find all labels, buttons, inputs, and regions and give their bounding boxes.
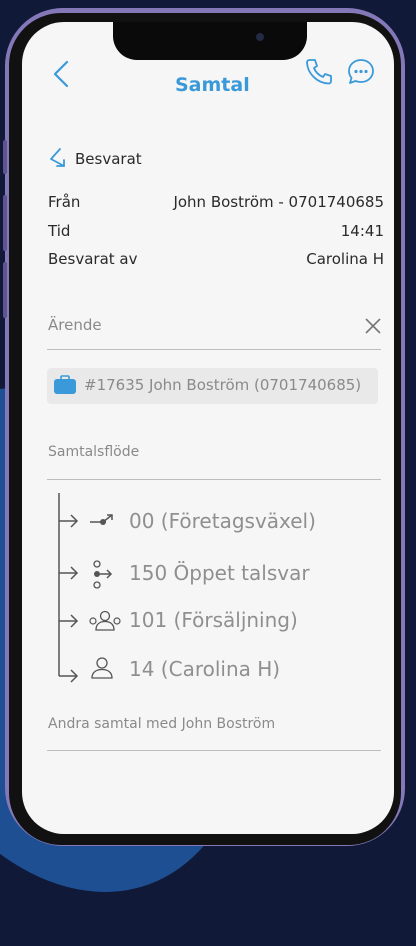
status-label: Besvarat [75,150,142,168]
briefcase-icon [53,375,77,395]
camera-dot [256,33,264,41]
group-icon [87,609,123,633]
call-flow-step: 150 Öppet talsvar [129,561,310,585]
phone-side-button [3,195,7,251]
call-flow-heading: Samtalsflöde [48,444,140,460]
call-flow-step: 14 (Carolina H) [129,657,281,681]
answered-call-icon [48,147,68,169]
case-divider [47,349,381,350]
from-value: John Boström - 0701740685 [173,193,384,211]
case-input[interactable]: Ärende [48,316,102,334]
page-title: Samtal [175,74,250,96]
chat-bubble-icon[interactable] [346,57,376,87]
from-label: Från [48,193,81,211]
voice-response-icon [91,560,115,590]
app-screen [22,22,394,834]
phone-notch [113,22,307,60]
phone-call-icon[interactable] [304,57,334,87]
call-flow-step: 00 (Företagsväxel) [129,509,316,533]
other-calls-heading[interactable]: Andra samtal med John Boström [48,716,275,732]
call-flow-divider [47,479,381,480]
time-label: Tid [48,222,71,240]
phone-side-button [3,140,7,174]
person-icon [90,656,114,680]
call-flow-step: 101 (Försäljning) [129,608,298,632]
case-chip-text: #17635 John Boström (0701740685) [84,376,362,394]
answered-by-value: Carolina H [306,250,384,268]
switchboard-icon [88,512,116,532]
answered-by-label: Besvarat av [48,250,138,268]
clear-icon[interactable] [364,317,382,335]
phone-side-button [3,262,7,318]
time-value: 14:41 [340,222,384,240]
back-arrow-icon[interactable] [52,60,70,88]
other-calls-divider [47,750,381,751]
